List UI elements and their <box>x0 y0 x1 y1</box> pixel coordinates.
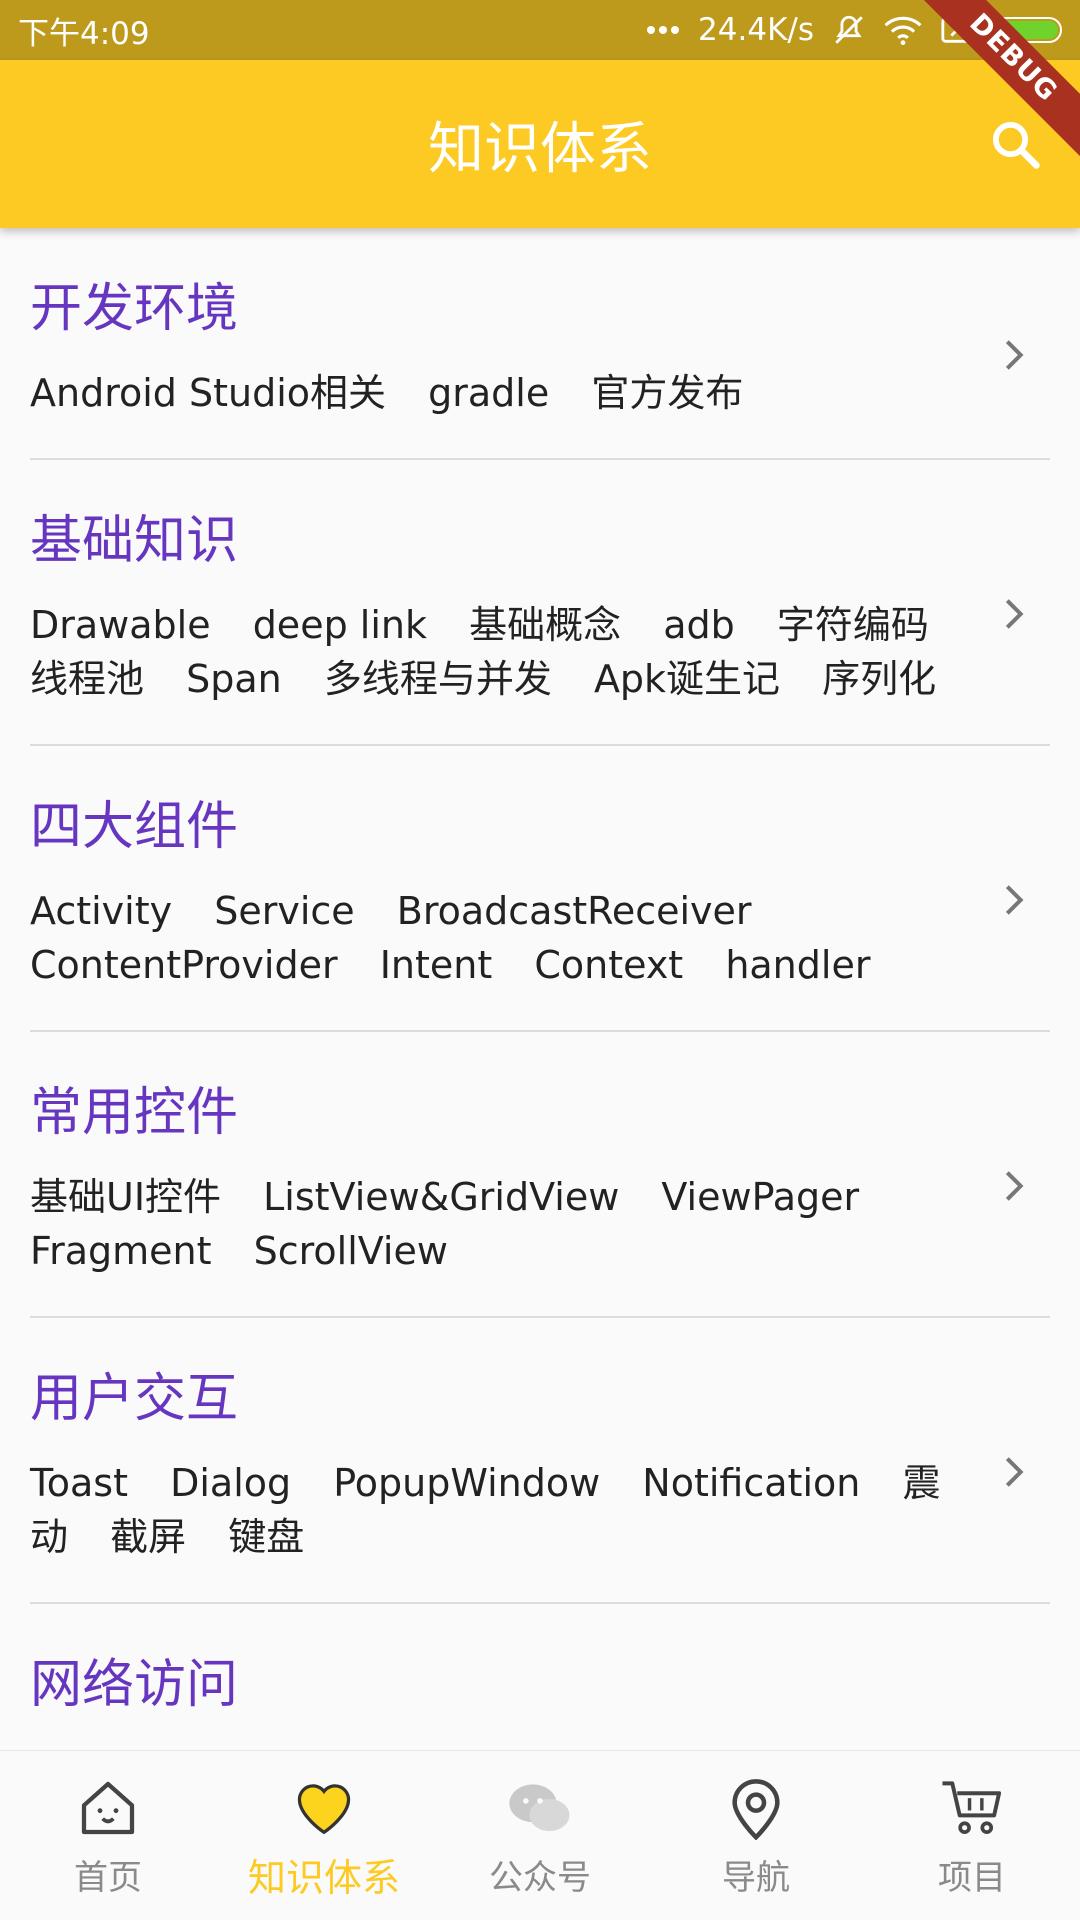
category-tags: Toast Dialog PopupWindow Notification 震动… <box>30 1456 1050 1564</box>
heart-icon <box>288 1769 360 1841</box>
nav-label: 导航 <box>722 1858 790 1898</box>
category-title: 用户交互 <box>30 1369 239 1429</box>
tag: Apk诞生记 <box>593 657 781 701</box>
category-tags: Drawable deep link 基础概念 adb 字符编码 线程池 Spa… <box>30 598 1050 706</box>
category-item[interactable]: 网络访问 <box>30 1604 1050 1750</box>
tag: 基础UI控件 <box>30 1175 222 1219</box>
category-title: 基础知识 <box>30 511 239 571</box>
tag: BroadcastReceiver <box>396 889 752 933</box>
nav-label: 首页 <box>74 1858 142 1898</box>
chevron-right-icon <box>1005 340 1024 370</box>
category-tags: 基础UI控件 ListView&GridView ViewPager Fragm… <box>30 1170 1050 1278</box>
tag: ListView&GridView <box>263 1175 620 1219</box>
search-button[interactable] <box>980 109 1050 179</box>
search-icon <box>992 121 1040 169</box>
tag: 基础概念 <box>469 603 622 647</box>
nav-item-navigation[interactable]: 导航 <box>648 1751 864 1920</box>
tag: PopupWindow <box>333 1461 601 1505</box>
category-item[interactable]: 用户交互 Toast Dialog PopupWindow Notificati… <box>30 1318 1050 1604</box>
category-tags: Android Studio相关 gradle 官方发布 <box>30 366 1050 420</box>
tag: gradle <box>428 371 550 415</box>
tag: 键盘 <box>228 1515 305 1559</box>
nav-label: 项目 <box>938 1858 1006 1898</box>
tag: handler <box>725 943 871 987</box>
cart-icon <box>936 1772 1008 1844</box>
category-title: 网络访问 <box>30 1655 239 1715</box>
tag: 字符编码 <box>776 603 929 647</box>
tag: adb <box>663 603 735 647</box>
signal-dots-icon <box>646 25 680 35</box>
tag: ViewPager <box>661 1175 860 1219</box>
tag: ScrollView <box>253 1229 448 1273</box>
tag: 多线程与并发 <box>323 657 552 701</box>
wechat-icon <box>504 1772 576 1844</box>
chevron-right-icon <box>1005 1171 1024 1201</box>
tag: deep link <box>252 603 427 647</box>
location-pin-icon <box>720 1772 792 1844</box>
category-title: 开发环境 <box>30 279 239 339</box>
network-speed: 24.4K/s <box>698 12 814 48</box>
tag: 线程池 <box>30 657 145 701</box>
chevron-right-icon <box>1005 885 1024 915</box>
status-bar: 下午4:09 24.4K/s <box>0 0 1080 60</box>
nav-item-wechat[interactable]: 公众号 <box>432 1751 648 1920</box>
tag: Context <box>534 943 684 987</box>
tag: Drawable <box>30 603 211 647</box>
nav-item-home[interactable]: 首页 <box>0 1751 216 1920</box>
category-item[interactable]: 常用控件 基础UI控件 ListView&GridView ViewPager … <box>30 1032 1050 1318</box>
tag: Activity <box>30 889 173 933</box>
tag: Intent <box>379 943 493 987</box>
home-icon <box>72 1772 144 1844</box>
category-title: 四大组件 <box>30 797 239 857</box>
tag: Dialog <box>170 1461 292 1505</box>
tag: 官方发布 <box>591 371 744 415</box>
nav-item-knowledge[interactable]: 知识体系 <box>216 1751 432 1920</box>
chevron-right-icon <box>1005 599 1024 629</box>
app-bar: 知识体系 <box>0 60 1080 228</box>
tag: Notification <box>642 1461 861 1505</box>
mute-icon <box>832 13 866 47</box>
category-title: 常用控件 <box>30 1083 239 1143</box>
status-time: 下午4:09 <box>18 15 150 52</box>
category-item[interactable]: 四大组件 Activity Service BroadcastReceiver … <box>30 746 1050 1032</box>
tag: Span <box>186 657 282 701</box>
knowledge-list[interactable]: 开发环境 Android Studio相关 gradle 官方发布 基础知识 D… <box>0 228 1080 1750</box>
nav-item-projects[interactable]: 项目 <box>864 1751 1080 1920</box>
tag: Fragment <box>30 1229 212 1273</box>
nav-label: 公众号 <box>489 1858 591 1898</box>
category-tags: Activity Service BroadcastReceiver Conte… <box>30 884 1050 992</box>
tag: 序列化 <box>822 657 937 701</box>
tag: Service <box>214 889 355 933</box>
tag: Android Studio相关 <box>30 371 387 415</box>
tag: Toast <box>30 1461 128 1505</box>
chevron-right-icon <box>1005 1457 1024 1487</box>
tag: ContentProvider <box>30 943 338 987</box>
page-title: 知识体系 <box>428 116 652 182</box>
bottom-nav: 首页 知识体系 公众号 导航 项目 <box>0 1750 1080 1920</box>
category-item[interactable]: 基础知识 Drawable deep link 基础概念 adb 字符编码 线程… <box>30 460 1050 746</box>
wifi-icon <box>884 15 922 45</box>
tag: 截屏 <box>110 1515 187 1559</box>
category-item[interactable]: 开发环境 Android Studio相关 gradle 官方发布 <box>30 228 1050 460</box>
nav-label: 知识体系 <box>247 1856 400 1900</box>
